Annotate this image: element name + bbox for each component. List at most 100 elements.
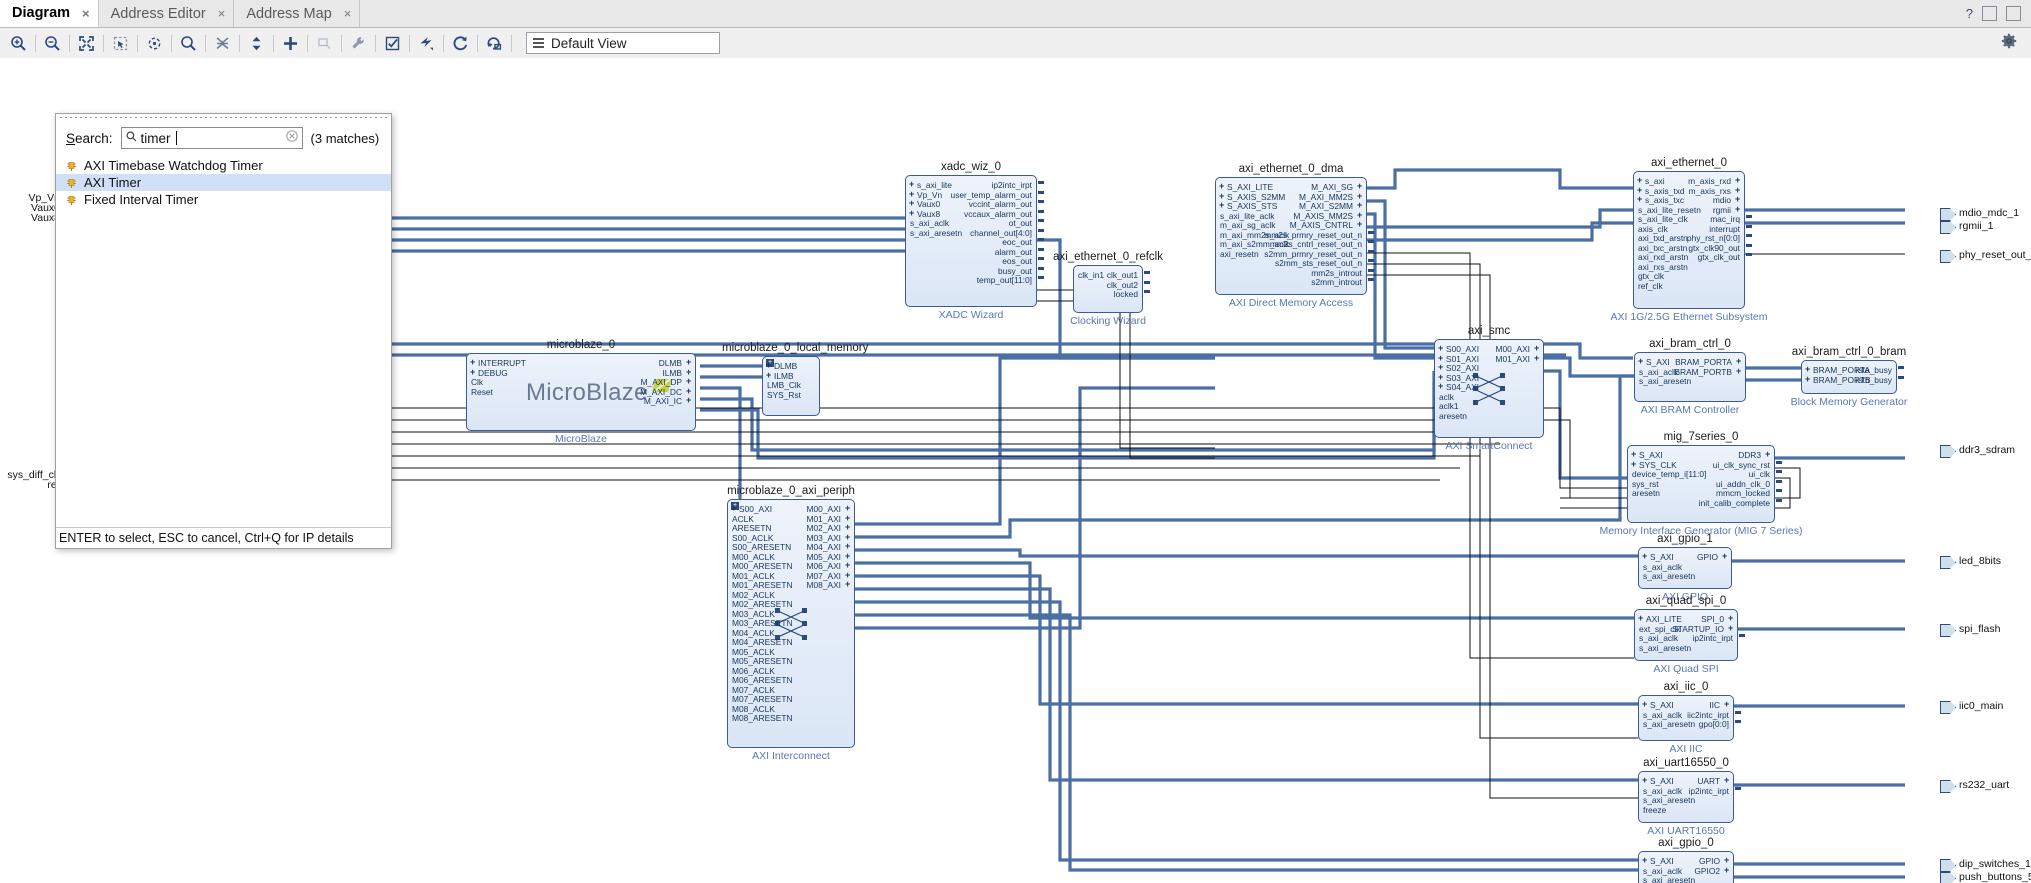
pin-microblaze_0_axi_periph-m00-axi[interactable]: M00_AXI [637,505,841,514]
external-port-led_8bits[interactable]: led_8bits [1940,555,2001,569]
search-input[interactable]: timer [120,127,303,149]
clear-icon[interactable] [285,129,298,147]
external-port-push_buttons_5bits[interactable]: push_buttons_5bits [1940,871,2031,883]
pin-axi_iic_0-iic[interactable]: IIC [1548,701,1720,710]
pin-axi_ethernet_0_dma-s2mm-introut[interactable]: s2mm_introut [1125,278,1362,287]
close-icon[interactable]: × [82,6,90,21]
search-result-item[interactable]: AXI Timer [56,174,391,191]
bus-expand-icon[interactable]: + [1438,363,1443,372]
fit-selection-icon[interactable] [142,31,167,55]
bus-expand-icon[interactable]: + [1735,176,1740,185]
help-icon[interactable]: ? [1966,6,1973,21]
pin-microblaze_0_axi_periph-m05-aclk[interactable]: M05_ACLK [732,647,775,656]
pin-axi_ethernet_0_dma-m-axis-mm2s[interactable]: M_AXIS_MM2S [1125,211,1353,220]
pin-microblaze_0-dlmb[interactable]: DLMB [376,359,682,368]
pin-axi_uart16550_0-uart[interactable]: UART [1548,777,1720,786]
bus-expand-icon[interactable]: + [1357,220,1362,229]
pin-axi_gpio_1-s-axi-aresetn[interactable]: s_axi_aresetn [1643,572,1695,581]
pin-axi_quad_spi_0-ip2intc-irpt[interactable]: ip2intc_irpt [1544,634,1733,643]
pin-mig_7series_0-ui-addn-clk-0[interactable]: ui_addn_clk_0 [1537,479,1770,488]
tab-address-map[interactable]: Address Map × [234,0,361,27]
pin-microblaze_0_axi_periph-m05-axi[interactable]: M05_AXI [637,552,841,561]
pin-axi_ethernet_0-phy-rst-n-0-0-[interactable]: phy_rst_n[0:0] [1543,234,1740,243]
pin-microblaze_0_axi_periph-m03-aresetn[interactable]: M03_ARESETN [732,619,793,628]
regenerate-layout-icon[interactable] [448,31,473,55]
pin-axi_ethernet_0_dma-mm2s-introut[interactable]: mm2s_introut [1125,268,1362,277]
pin-microblaze_0-ilmb[interactable]: ILMB [376,368,682,377]
pin-axi_bram_ctrl_0-s-axi-aresetn[interactable]: s_axi_aresetn [1639,377,1691,386]
pin-mig_7series_0-init-calib-complete[interactable]: init_calib_complete [1537,498,1770,507]
external-port-ddr3_sdram[interactable]: ddr3_sdram [1940,444,2015,458]
restore-window-icon[interactable] [1982,6,1997,21]
run-connection-automation-icon[interactable] [346,31,371,55]
pin-microblaze_0_axi_periph-m08-aclk[interactable]: M08_ACLK [732,704,775,713]
bus-expand-icon[interactable]: + [686,358,691,367]
pin-microblaze_0_axi_periph-m03-aclk[interactable]: M03_ACLK [732,609,775,618]
pin-axi_smc-m00-axi[interactable]: M00_AXI [1344,345,1530,354]
bus-expand-icon[interactable]: + [1735,204,1740,214]
pin-axi_bram_ctrl_0_bram-rstb-busy[interactable]: rstb_busy [1711,375,1892,384]
pin-microblaze_0_axi_periph-m08-axi[interactable]: M08_AXI [637,581,841,590]
bus-expand-icon[interactable]: + [1728,623,1733,633]
pin-microblaze_0_axi_periph-m06-aclk[interactable]: M06_ACLK [732,666,775,675]
pin-xadc_wiz_0-eos-out[interactable]: eos_out [815,257,1032,266]
pin-axi_ethernet_0-axi-rxs-arstn[interactable]: axi_rxs_arstn [1638,262,1688,271]
validate-design-icon[interactable] [380,31,405,55]
bus-expand-icon[interactable]: + [686,396,691,405]
bus-expand-icon[interactable]: + [1724,700,1729,709]
pin-axi_gpio_0-gpio[interactable]: GPIO [1548,857,1720,866]
pin-axi_smc-m01-axi[interactable]: M01_AXI [1344,354,1530,363]
pin-xadc_wiz_0-vccaux-alarm-out[interactable]: vccaux_alarm_out [815,209,1032,218]
pin-microblaze_0_axi_periph-m07-axi[interactable]: M07_AXI [637,571,841,580]
pin-microblaze_0_axi_periph-m02-axi[interactable]: M02_AXI [637,524,841,533]
pin-microblaze_0_axi_periph-m06-axi[interactable]: M06_AXI [637,562,841,571]
bus-expand-icon[interactable]: + [1357,182,1362,191]
pin-microblaze_0_local_memory-ilmb[interactable]: ILMB [774,371,794,380]
zoom-in-icon[interactable] [6,31,31,55]
bus-expand-icon[interactable]: + [766,361,771,370]
bus-expand-icon[interactable]: + [1724,856,1729,865]
pin-microblaze_0_axi_periph-m01-axi[interactable]: M01_AXI [637,514,841,523]
pin-axi_ethernet_0_dma-m-axis-cntrl[interactable]: M_AXIS_CNTRL [1125,221,1353,230]
pin-microblaze_0_axi_periph-m02-aclk[interactable]: M02_ACLK [732,590,775,599]
pin-microblaze_0_axi_periph-m04-aclk[interactable]: M04_ACLK [732,628,775,637]
bus-expand-icon[interactable]: + [1534,344,1539,353]
pin-axi_ethernet_0-m-axis-rxd[interactable]: m_axis_rxd [1543,177,1731,186]
pin-microblaze_0-m-axi-ic[interactable]: M_AXI_IC [376,397,682,406]
pin-axi_uart16550_0-ip2intc-irpt[interactable]: ip2intc_irpt [1548,786,1729,795]
external-port-dip_switches_16bits[interactable]: dip_switches_16bits [1940,858,2031,872]
pin-axi_bram_ctrl_0-bram-porta[interactable]: BRAM_PORTA [1544,358,1732,367]
zoom-out-icon[interactable] [40,31,65,55]
pin-axi_ethernet_0-mdio[interactable]: mdio [1543,196,1731,205]
pin-axi_ethernet_0-m-axis-rxs[interactable]: m_axis_rxs [1543,186,1731,195]
pin-axi_ethernet_0-gtx-clk-out[interactable]: gtx_clk_out [1543,253,1740,262]
pin-axi_ethernet_0_refclk-locked[interactable]: locked [983,290,1138,299]
bus-expand-icon[interactable]: + [1728,614,1733,623]
pin-axi_bram_ctrl_0_bram-rsta-busy[interactable]: rsta_busy [1711,366,1892,375]
collapse-all-icon[interactable] [210,31,235,55]
add-module-icon[interactable] [312,31,337,55]
search-result-item[interactable]: Fixed Interval Timer [56,191,391,208]
pin-microblaze_0_axi_periph-m04-axi[interactable]: M04_AXI [637,543,841,552]
bus-expand-icon[interactable]: + [845,542,850,551]
close-icon[interactable]: × [218,6,226,21]
pin-axi_gpio_1-gpio[interactable]: GPIO [1548,553,1718,562]
tab-address-editor[interactable]: Address Editor × [99,0,235,27]
pin-microblaze_0-m-axi-dc[interactable]: M_AXI_DC [376,387,682,396]
pin-mig_7series_0-ddr3[interactable]: DDR3 [1537,451,1761,460]
maximize-window-icon[interactable] [2006,6,2021,21]
pin-microblaze_0_local_memory-sys-rst[interactable]: SYS_Rst [767,390,801,399]
search-result-item[interactable]: AXI Timebase Watchdog Timer [56,157,391,174]
pin-mig_7series_0-mmcm-locked[interactable]: mmcm_locked [1537,489,1770,498]
pin-mig_7series_0-ui-clk[interactable]: ui_clk [1537,470,1770,479]
pin-microblaze_0_axi_periph-m07-aresetn[interactable]: M07_ARESETN [732,695,793,704]
zoom-fit-icon[interactable] [74,31,99,55]
bus-expand-icon[interactable]: + [1438,382,1443,391]
external-port-mdio_mdc_1[interactable]: mdio_mdc_1 [1940,207,2019,221]
bus-expand-icon[interactable]: + [1722,552,1727,561]
pin-axi_ethernet_0-ref-clk[interactable]: ref_clk [1638,281,1663,290]
pin-microblaze_0_axi_periph-m02-aresetn[interactable]: M02_ARESETN [732,600,793,609]
pin-microblaze_0_axi_periph-m04-aresetn[interactable]: M04_ARESETN [732,638,793,647]
pin-axi_smc-s03-axi[interactable]: S03_AXI [1446,373,1479,382]
external-port-rgmii_1[interactable]: rgmii_1 [1940,220,1993,234]
